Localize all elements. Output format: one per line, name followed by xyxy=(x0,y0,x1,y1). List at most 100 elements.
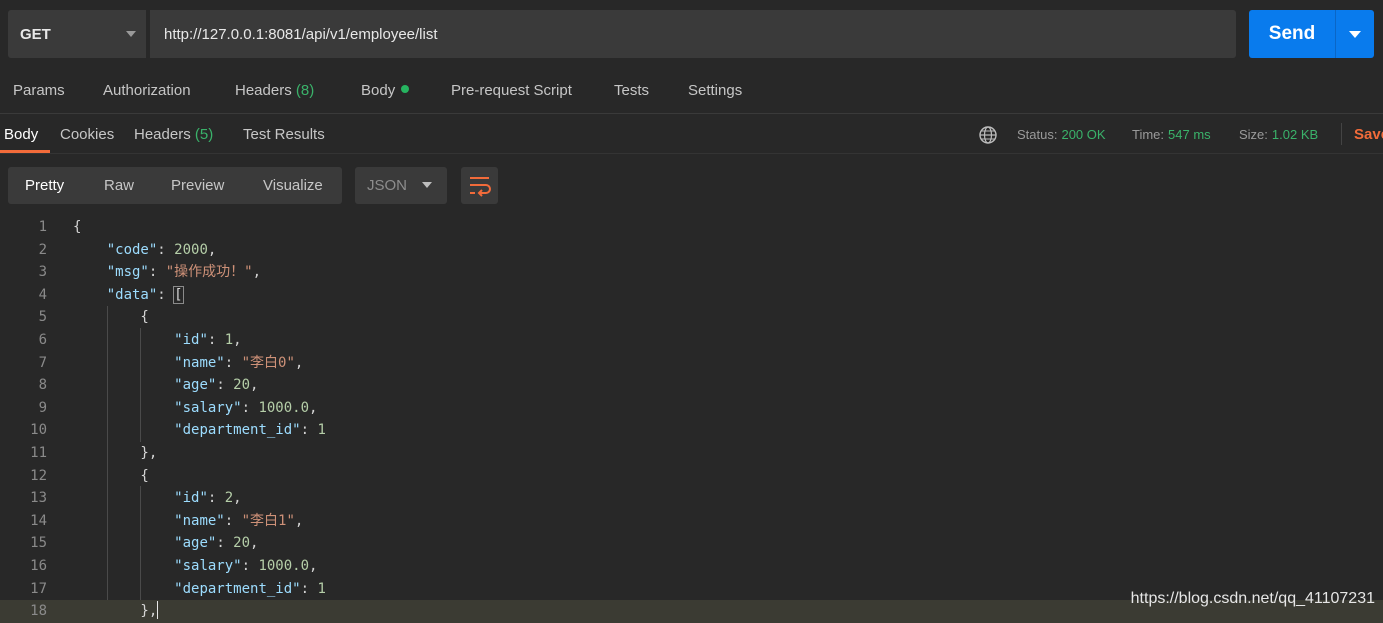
view-raw-button[interactable]: Raw xyxy=(104,167,134,204)
json-key: "id" xyxy=(174,332,208,348)
response-tab-body[interactable]: Body xyxy=(4,126,38,143)
code-line: 10 "department_id": 1 xyxy=(0,419,1383,442)
tab-headers[interactable]: Headers (8) xyxy=(235,82,314,99)
view-preview-button[interactable]: Preview xyxy=(171,167,224,204)
send-button[interactable]: Send xyxy=(1249,10,1335,58)
json-number: 1 xyxy=(317,422,326,439)
json-number: 1 xyxy=(224,332,234,348)
chevron-down-icon xyxy=(422,182,432,188)
json-string: "李白0" xyxy=(241,354,295,371)
json-key: "msg" xyxy=(106,264,149,281)
code-text: "age": 20, xyxy=(174,377,259,394)
method-select[interactable]: GET xyxy=(8,10,146,58)
time-label: Time: xyxy=(1132,127,1165,142)
divider xyxy=(0,153,1383,154)
wrap-lines-button[interactable] xyxy=(461,167,498,204)
code-line: 4 "data": [ xyxy=(0,284,1383,307)
response-tab-headers-label: Headers xyxy=(134,126,191,143)
code-text: "data": [ xyxy=(106,285,184,304)
request-bar: GET http://127.0.0.1:8081/api/v1/employe… xyxy=(0,0,1383,68)
tab-body-label: Body xyxy=(361,82,396,99)
time-meta: Time: 547 ms xyxy=(1132,127,1211,142)
line-number: 2 xyxy=(38,241,47,258)
save-response-button[interactable]: Save xyxy=(1354,126,1383,143)
code-text: "department_id": 1 xyxy=(174,422,326,439)
size-meta: Size: 1.02 KB xyxy=(1239,127,1318,142)
time-value: 547 ms xyxy=(1168,127,1211,142)
request-tabs: Params Authorization Headers (8) Body Pr… xyxy=(0,72,1383,112)
tab-headers-label: Headers xyxy=(235,82,292,99)
format-select[interactable]: JSON xyxy=(355,167,447,204)
response-body-editor[interactable]: 1 { 2 "code": 2000, 3 "msg": "操作成功！", 4 … xyxy=(0,216,1383,623)
status-label: Status: xyxy=(1017,127,1058,142)
json-key: "department_id" xyxy=(174,580,301,597)
code-text: "code": 2000, xyxy=(106,241,217,258)
tab-params[interactable]: Params xyxy=(13,82,65,99)
code-line: 15 "age": 20, xyxy=(0,532,1383,555)
line-number: 15 xyxy=(30,535,47,552)
method-label: GET xyxy=(20,25,51,43)
json-number: 1 xyxy=(317,580,326,597)
headers-count: (8) xyxy=(295,82,315,99)
json-string: "李白1" xyxy=(241,512,295,529)
line-number: 5 xyxy=(38,309,47,326)
chevron-down-icon xyxy=(126,31,136,37)
code-text: }, xyxy=(73,601,159,620)
code-text: }, xyxy=(73,445,158,461)
code-text: "id": 1, xyxy=(174,332,242,348)
tab-authorization[interactable]: Authorization xyxy=(103,82,191,99)
tab-settings[interactable]: Settings xyxy=(688,82,742,99)
response-tab-cookies[interactable]: Cookies xyxy=(60,126,114,143)
text-cursor xyxy=(157,601,159,620)
json-key: "department_id" xyxy=(174,422,301,439)
json-key: "age" xyxy=(174,377,217,394)
code-text: { xyxy=(73,467,149,484)
line-number: 12 xyxy=(30,467,47,484)
line-number: 8 xyxy=(38,377,47,394)
code-line: 14 "name": "李白1", xyxy=(0,510,1383,533)
response-tab-test-results[interactable]: Test Results xyxy=(243,126,325,143)
globe-icon[interactable] xyxy=(978,125,998,145)
status-value: 200 OK xyxy=(1061,127,1106,142)
line-number: 7 xyxy=(38,354,47,371)
code-line: 1 { xyxy=(0,216,1383,239)
tab-tests[interactable]: Tests xyxy=(614,82,649,99)
code-text: { xyxy=(73,309,149,326)
url-input[interactable]: http://127.0.0.1:8081/api/v1/employee/li… xyxy=(150,10,1236,58)
code-line: 8 "age": 20, xyxy=(0,374,1383,397)
body-indicator-dot xyxy=(401,85,410,93)
json-key: "id" xyxy=(174,490,208,507)
json-number: 1000.0 xyxy=(258,399,310,416)
watermark: https://blog.csdn.net/qq_41107231 xyxy=(1130,590,1375,607)
code-line: 9 "salary": 1000.0, xyxy=(0,397,1383,420)
response-tab-headers[interactable]: Headers (5) xyxy=(134,126,213,143)
code-text: "name": "李白0", xyxy=(174,354,304,371)
code-line: 7 "name": "李白0", xyxy=(0,352,1383,375)
wrap-lines-icon xyxy=(470,177,491,197)
code-text: "name": "李白1", xyxy=(174,512,304,529)
tab-body[interactable]: Body xyxy=(361,82,410,99)
line-number: 11 xyxy=(30,445,47,461)
view-mode-group: Pretty Raw Preview Visualize xyxy=(8,167,342,204)
view-visualize-button[interactable]: Visualize xyxy=(263,167,323,204)
chevron-down-icon xyxy=(1349,31,1361,38)
line-number: 16 xyxy=(30,558,47,574)
size-label: Size: xyxy=(1239,127,1268,142)
send-button-group: Send xyxy=(1249,10,1374,58)
json-number: 20 xyxy=(233,377,251,394)
tab-prerequest-script[interactable]: Pre-request Script xyxy=(451,82,572,99)
line-number: 14 xyxy=(30,512,47,529)
send-options-button[interactable] xyxy=(1336,10,1374,58)
line-number: 6 xyxy=(38,332,47,348)
view-pretty-button[interactable]: Pretty xyxy=(25,167,64,204)
line-number: 1 xyxy=(38,219,47,235)
size-value: 1.02 KB xyxy=(1271,127,1319,142)
json-key: "name" xyxy=(174,512,225,529)
json-number: 20 xyxy=(233,535,251,552)
json-key: "data" xyxy=(106,286,158,303)
code-line: 11 }, xyxy=(0,442,1383,465)
json-key: "age" xyxy=(174,535,217,552)
json-number: 2000 xyxy=(174,241,208,258)
line-number: 13 xyxy=(30,490,47,507)
json-number: 1000.0 xyxy=(258,558,310,574)
